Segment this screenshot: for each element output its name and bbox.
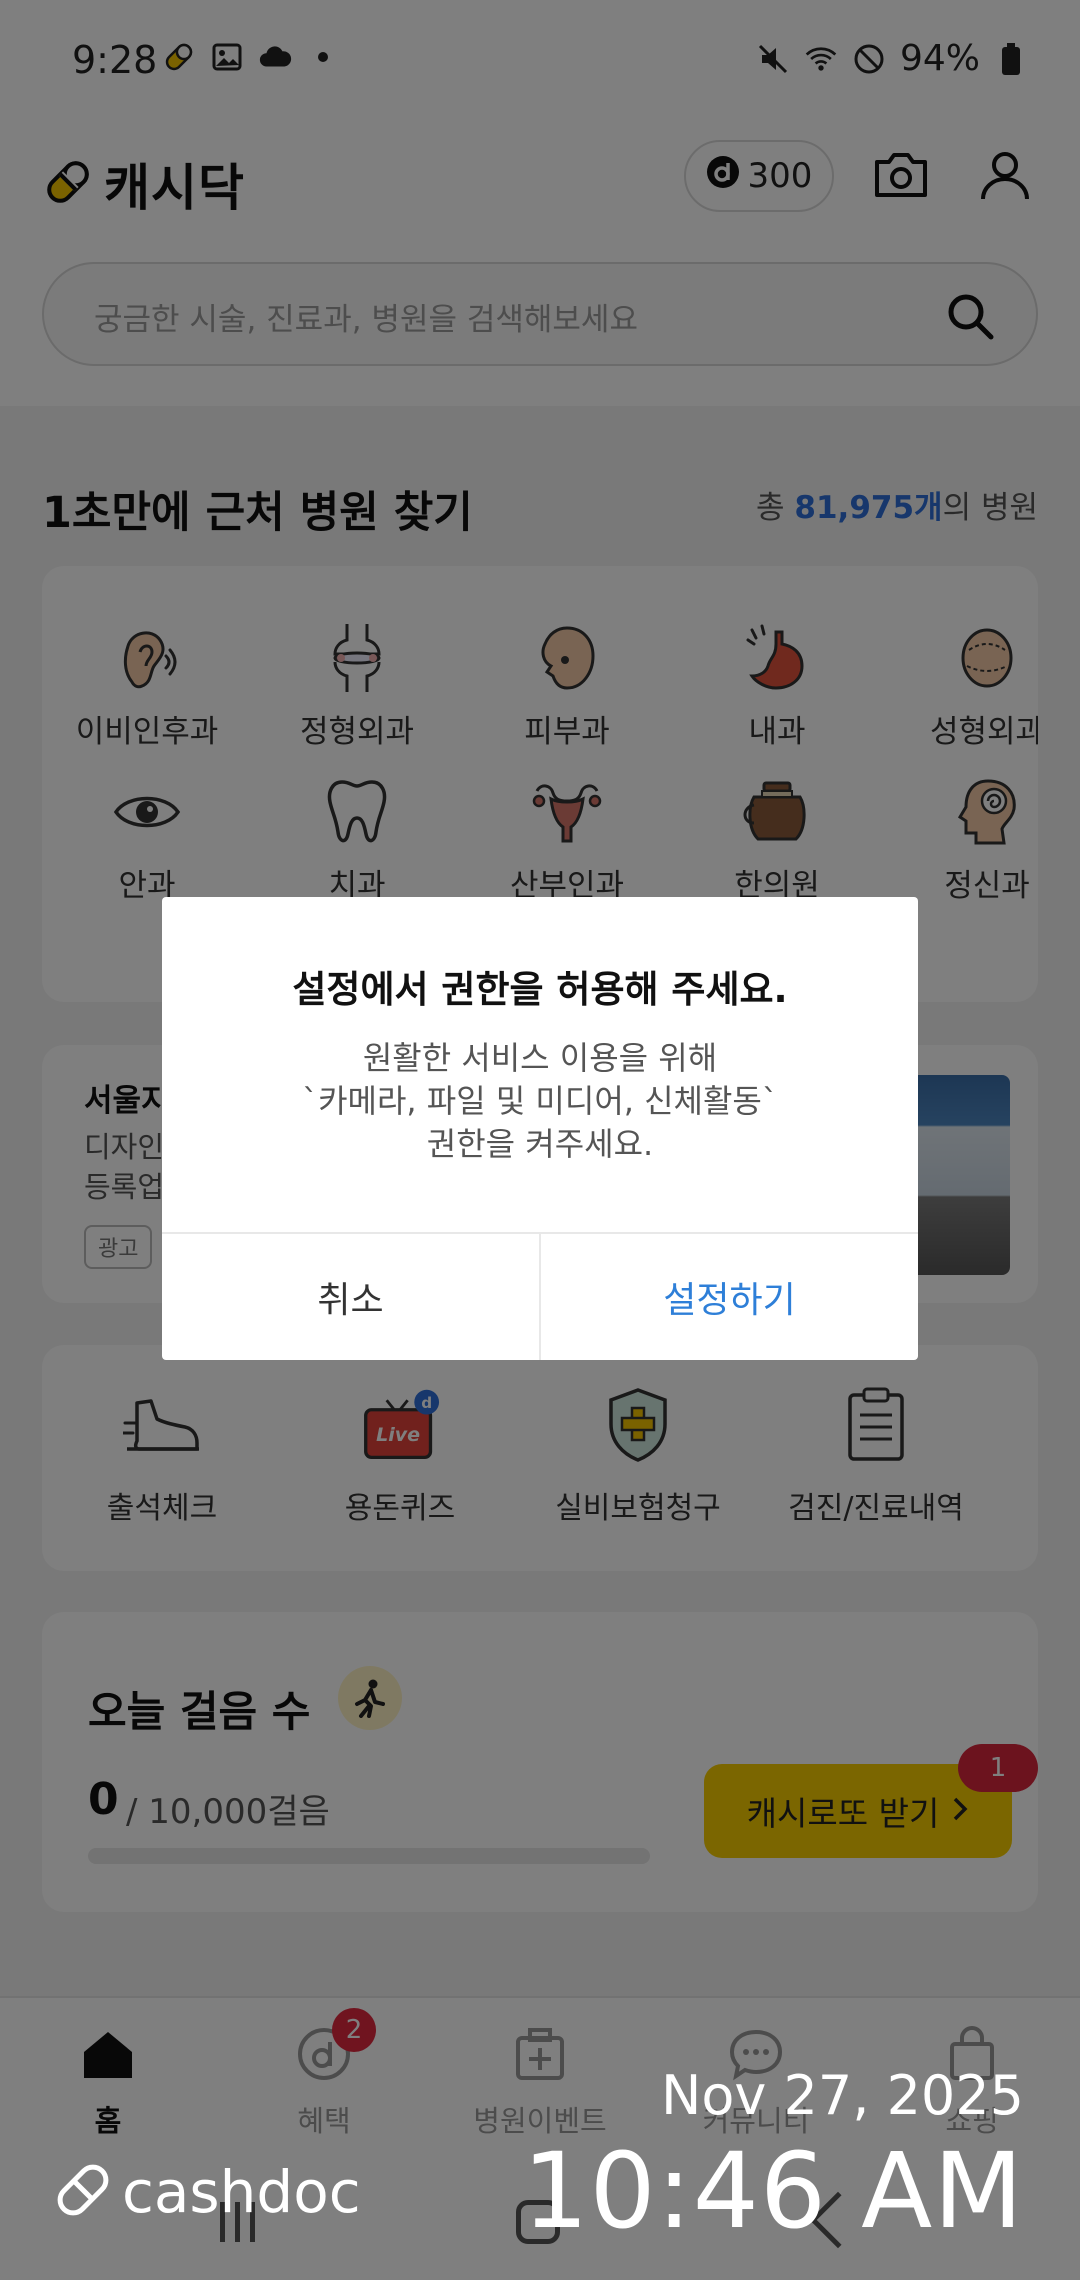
watermark-brand: cashdoc xyxy=(122,2158,361,2226)
dialog-body-line: `카메라, 파일 및 미디어, 신체활동` xyxy=(302,1082,778,1120)
open-settings-button[interactable]: 설정하기 xyxy=(541,1234,918,1360)
watermark-logo: cashdoc xyxy=(52,2158,361,2226)
dialog-body-line: 권한을 켜주세요. xyxy=(426,1125,654,1163)
permission-dialog: 설정에서 권한을 허용해 주세요. 원활한 서비스 이용을 위해 `카메라, 파… xyxy=(162,897,918,1360)
dialog-title: 설정에서 권한을 허용해 주세요. xyxy=(292,968,788,1011)
cancel-button[interactable]: 취소 xyxy=(162,1234,539,1360)
dialog-body-line: 원활한 서비스 이용을 위해 xyxy=(362,1039,718,1077)
watermark-date: Nov 27, 2025 xyxy=(660,2064,1024,2127)
dialog-body: 원활한 서비스 이용을 위해 `카메라, 파일 및 미디어, 신체활동` 권한을… xyxy=(162,1037,918,1166)
watermark-pill-icon xyxy=(52,2159,114,2225)
watermark-time: 10:46 AM xyxy=(522,2130,1024,2252)
